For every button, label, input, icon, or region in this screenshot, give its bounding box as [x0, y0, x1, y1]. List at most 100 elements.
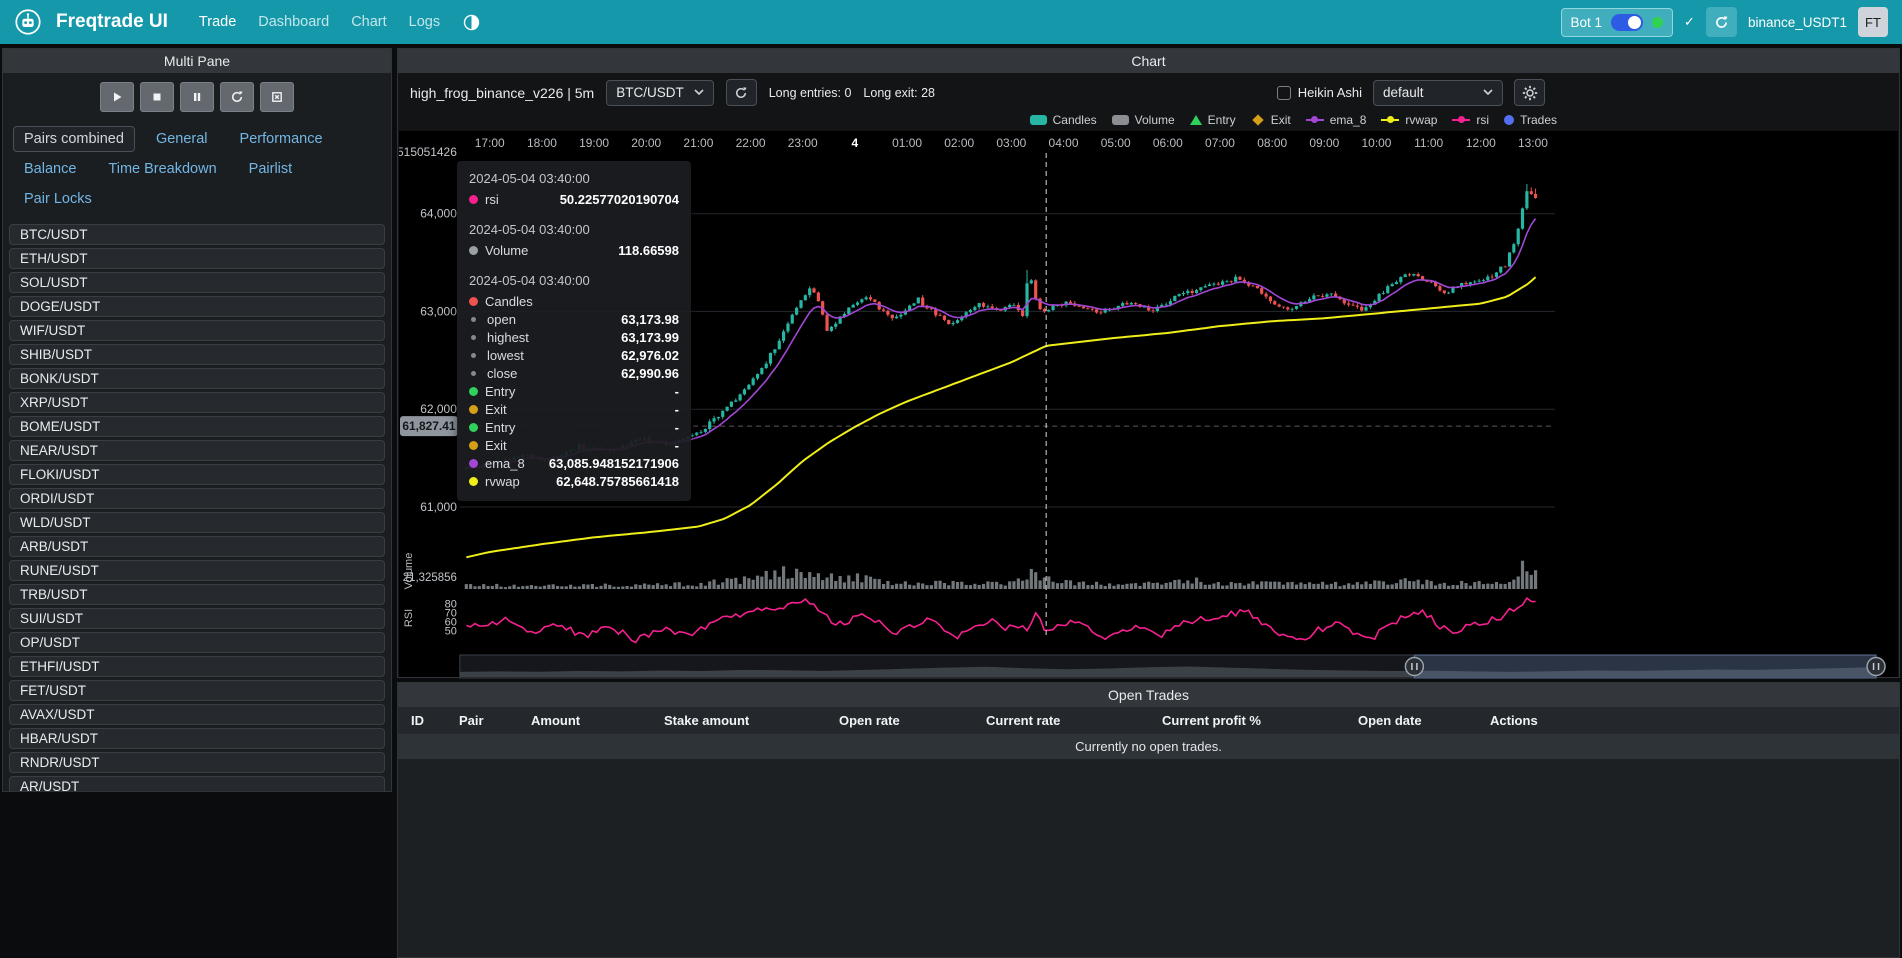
legend-item-rsi[interactable]: rsi: [1452, 113, 1489, 127]
chart-panel-title: Chart: [398, 49, 1899, 73]
svg-text:04:00: 04:00: [1049, 136, 1079, 150]
exchange-account-label: binance_USDT1: [1748, 15, 1847, 30]
pair-row-btc-usdt[interactable]: BTC/USDT: [9, 224, 385, 245]
pair-row-wld-usdt[interactable]: WLD/USDT: [9, 512, 385, 533]
reload-config-button[interactable]: [220, 82, 254, 112]
chart-plot-area[interactable]: 64,00063,00062,00061,00017:0018:0019:002…: [399, 131, 1898, 677]
nav-link-logs[interactable]: Logs: [398, 14, 451, 30]
legend-label: rvwap: [1405, 113, 1437, 127]
pair-select[interactable]: BTC/USDT: [606, 80, 714, 106]
pair-row-fet-usdt[interactable]: FET/USDT: [9, 680, 385, 701]
column-header-open-rate: Open rate: [839, 713, 986, 728]
chevron-down-icon: [694, 89, 704, 96]
legend-label: Entry: [1208, 113, 1236, 127]
tooltip-label: Volume: [485, 243, 528, 258]
stop-bot-button[interactable]: [140, 82, 174, 112]
heikin-ashi-checkbox[interactable]: [1277, 86, 1291, 100]
bot-toggle[interactable]: [1611, 14, 1643, 31]
pair-row-shib-usdt[interactable]: SHIB/USDT: [9, 344, 385, 365]
svg-text:05:00: 05:00: [1101, 136, 1131, 150]
nav-link-trade[interactable]: Trade: [188, 14, 247, 30]
pair-row-ar-usdt[interactable]: AR/USDT: [9, 776, 385, 791]
gear-icon: [1522, 85, 1538, 101]
pair-row-avax-usdt[interactable]: AVAX/USDT: [9, 704, 385, 725]
pair-row-trb-usdt[interactable]: TRB/USDT: [9, 584, 385, 605]
tab-balance[interactable]: Balance: [13, 156, 87, 182]
tab-performance[interactable]: Performance: [229, 126, 334, 152]
tab-pairlist[interactable]: Pairlist: [238, 156, 304, 182]
pair-row-sui-usdt[interactable]: SUI/USDT: [9, 608, 385, 629]
bot-selector[interactable]: Bot 1: [1561, 8, 1674, 37]
series-dot-icon: [469, 477, 478, 486]
tooltip-row-entry: Entry-: [469, 419, 679, 437]
open-trades-header-row: IDPairAmountStake amountOpen rateCurrent…: [398, 707, 1899, 734]
pair-row-near-usdt[interactable]: NEAR/USDT: [9, 440, 385, 461]
svg-text:64,000: 64,000: [420, 207, 457, 221]
cancel-open-orders-button[interactable]: [260, 82, 294, 112]
tooltip-value: 118.66598: [618, 243, 679, 258]
legend-item-volume[interactable]: Volume: [1112, 113, 1175, 127]
tooltip-row-candles: Candles: [469, 293, 679, 311]
tab-time-breakdown[interactable]: Time Breakdown: [97, 156, 227, 182]
legend-item-rvwap[interactable]: rvwap: [1381, 113, 1437, 127]
pair-row-bonk-usdt[interactable]: BONK/USDT: [9, 368, 385, 389]
navbar-right: Bot 1 ✓ binance_USDT1 FT: [1561, 7, 1889, 37]
rvwap-marker-icon: [1381, 119, 1399, 121]
refresh-chart-button[interactable]: [726, 79, 757, 106]
legend-item-entry[interactable]: Entry: [1190, 113, 1236, 127]
svg-text:63,000: 63,000: [420, 304, 457, 318]
tooltip-value: 62,990.96: [621, 366, 679, 381]
svg-text:13:00: 13:00: [1518, 136, 1548, 150]
tab-general[interactable]: General: [145, 126, 219, 152]
svg-text:21:00: 21:00: [683, 136, 713, 150]
pair-row-ordi-usdt[interactable]: ORDI/USDT: [9, 488, 385, 509]
start-bot-button[interactable]: [100, 82, 134, 112]
tooltip-label: lowest: [487, 348, 524, 363]
app-title: Freqtrade UI: [56, 11, 168, 33]
pair-row-op-usdt[interactable]: OP/USDT: [9, 632, 385, 653]
pair-row-doge-usdt[interactable]: DOGE/USDT: [9, 296, 385, 317]
main-layout: Multi Pane Pairs combinedGeneralPerforma…: [0, 44, 1902, 958]
pair-row-wif-usdt[interactable]: WIF/USDT: [9, 320, 385, 341]
svg-text:18:00: 18:00: [527, 136, 557, 150]
nav-link-chart[interactable]: Chart: [340, 14, 397, 30]
tooltip-label: ema_8: [485, 456, 525, 471]
nav-links: TradeDashboardChartLogs: [188, 14, 451, 30]
legend-item-exit[interactable]: Exit: [1251, 113, 1291, 127]
legend-item-trades[interactable]: Trades: [1504, 113, 1557, 127]
pair-row-ethfi-usdt[interactable]: ETHFI/USDT: [9, 656, 385, 677]
svg-text:50: 50: [445, 625, 457, 637]
tab-pair-locks[interactable]: Pair Locks: [13, 186, 103, 212]
svg-text:62,000: 62,000: [420, 402, 457, 416]
plot-settings-button[interactable]: [1514, 79, 1545, 106]
theme-toggle-button[interactable]: [463, 14, 480, 31]
pause-bot-button[interactable]: [180, 82, 214, 112]
pair-row-arb-usdt[interactable]: ARB/USDT: [9, 536, 385, 557]
svg-text:23:00: 23:00: [788, 136, 818, 150]
pair-row-rndr-usdt[interactable]: RNDR/USDT: [9, 752, 385, 773]
pair-row-eth-usdt[interactable]: ETH/USDT: [9, 248, 385, 269]
pair-row-rune-usdt[interactable]: RUNE/USDT: [9, 560, 385, 581]
legend-item-candles[interactable]: Candles: [1030, 113, 1097, 127]
pair-row-sol-usdt[interactable]: SOL/USDT: [9, 272, 385, 293]
tooltip-label: Exit: [485, 438, 507, 453]
chart-legend: Candles Volume Entry Exit ema_8 rvwap rsi Trade…: [398, 111, 1899, 131]
user-avatar[interactable]: FT: [1858, 7, 1888, 37]
chart-panel: Chart high_frog_binance_v226 | 5m BTC/US…: [397, 48, 1900, 678]
tooltip-label: Entry: [485, 384, 515, 399]
pair-row-xrp-usdt[interactable]: XRP/USDT: [9, 392, 385, 413]
legend-label: ema_8: [1330, 113, 1367, 127]
pair-row-bome-usdt[interactable]: BOME/USDT: [9, 416, 385, 437]
ema-8-marker-icon: [1306, 119, 1324, 121]
plot-config-select[interactable]: default: [1373, 80, 1503, 106]
nav-link-dashboard[interactable]: Dashboard: [247, 14, 340, 30]
tooltip-value: 63,173.98: [621, 312, 679, 327]
reload-bot-button[interactable]: [1706, 7, 1737, 37]
legend-item-ema-8[interactable]: ema_8: [1306, 113, 1367, 127]
column-header-pair: Pair: [459, 713, 531, 728]
legend-label: Trades: [1520, 113, 1557, 127]
pair-row-hbar-usdt[interactable]: HBAR/USDT: [9, 728, 385, 749]
pair-row-floki-usdt[interactable]: FLOKI/USDT: [9, 464, 385, 485]
tooltip-label: Candles: [485, 294, 533, 309]
tab-pairs-combined[interactable]: Pairs combined: [13, 126, 135, 152]
